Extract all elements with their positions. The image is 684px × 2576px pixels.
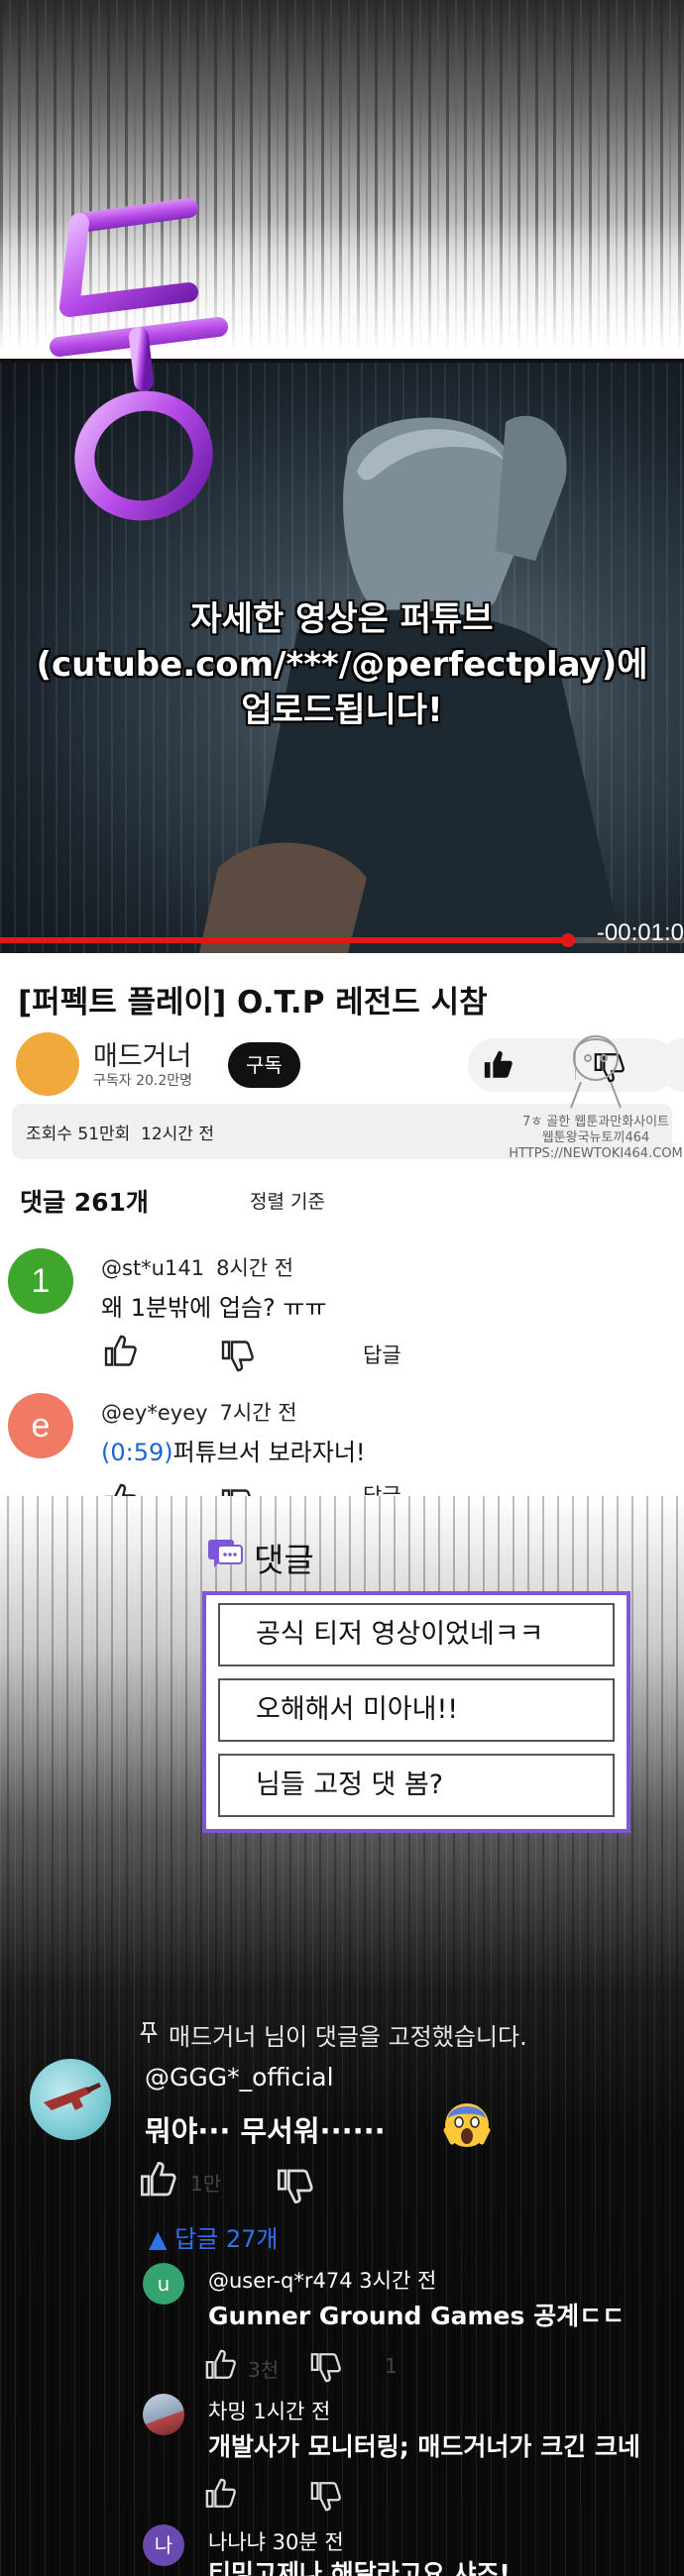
- comment-avatar[interactable]: e: [8, 1393, 73, 1458]
- pinned-username[interactable]: @GGG*_official: [145, 2063, 334, 2092]
- caption-line-3: 업로드됩니다!: [241, 691, 443, 730]
- sort-button[interactable]: 정렬 기준: [250, 1187, 325, 1214]
- reply-username[interactable]: @user-q*r474: [208, 2269, 353, 2293]
- pinned-like-count: 1만: [190, 2172, 222, 2196]
- timecode: -00:01:0: [596, 919, 684, 946]
- thumbs-down-icon[interactable]: [276, 2166, 315, 2205]
- watermark-line-3: HTTPS://NEWTOKI464.COM: [509, 1146, 683, 1161]
- caption-line-1: 자세한 영상은 퍼튜브: [190, 599, 494, 639]
- thumbs-up-icon[interactable]: [103, 1334, 139, 1369]
- comment-time: 8시간 전: [216, 1256, 294, 1280]
- comment-username[interactable]: @st*u141: [101, 1256, 204, 1280]
- pinned-notice: 매드거너 님이 댓글을 고정했습니다.: [169, 2023, 527, 2051]
- reply-text: 티밍고제나 해달라고요 샤즈!: [208, 2559, 511, 2576]
- upload-time: 12시간 전: [141, 1125, 214, 1144]
- comment-timestamp-link[interactable]: (0:59): [101, 1439, 173, 1466]
- channel-name[interactable]: 매드거너: [93, 1034, 191, 1073]
- replies-toggle[interactable]: ▲ 답글 27개: [149, 2219, 279, 2254]
- site-watermark: 7ㅎ 골한 웹툰과만화사이트 웹툰왕국뉴토끼464 HTTPS://NEWTOK…: [508, 1020, 684, 1179]
- progress-bar[interactable]: [0, 933, 684, 947]
- watermark-line-2: 웹툰왕국뉴토끼464: [541, 1130, 650, 1145]
- pinned-commenter-avatar[interactable]: [30, 2059, 111, 2140]
- reply-time: 30분 전: [272, 2530, 344, 2554]
- thumbs-down-icon[interactable]: [220, 1338, 256, 1373]
- caption-line-2: (cutube.com/***/@perfectplay)에: [36, 645, 648, 685]
- comment-avatar[interactable]: 1: [8, 1248, 73, 1314]
- reply-like-count: 3천: [248, 2358, 280, 2382]
- reply-option-1[interactable]: 공식 티저 영상이었네ㅋㅋ: [218, 1603, 615, 1666]
- watermark-line-1: 7ㅎ 골한 웹툰과만화사이트: [521, 1115, 670, 1129]
- reply-time: 1시간 전: [253, 2400, 331, 2423]
- comment-text: 왜 1분밖에 업슴? ㅠㅠ: [101, 1294, 327, 1322]
- chat-bubble-icon: [208, 1540, 243, 1567]
- watermark-mascot-icon: [570, 1035, 622, 1109]
- reply-avatar[interactable]: [143, 2394, 184, 2435]
- comment-user-line: @ey*eyey 7시간 전: [101, 1397, 297, 1427]
- reply-option-3[interactable]: 님들 고정 댓 봄?: [218, 1754, 615, 1817]
- comment-user-line: @st*u141 8시간 전: [101, 1252, 293, 1282]
- comment-text-line: (0:59)퍼튜브서 보라자너!: [101, 1433, 366, 1467]
- reply-user-line: 나나냐 30분 전: [208, 2526, 344, 2556]
- comment-username[interactable]: @ey*eyey: [101, 1401, 208, 1425]
- thumbs-up-icon[interactable]: [204, 2477, 238, 2511]
- comment-text: 퍼튜브서 보라자너!: [172, 1439, 366, 1466]
- video-caption: 자세한 영상은 퍼튜브 (cutube.com/***/@perfectplay…: [0, 596, 684, 733]
- video-title: [퍼펙트 플레이] O.T.P 레전드 시참: [18, 985, 488, 1020]
- comment-time: 7시간 전: [219, 1401, 297, 1425]
- reply-user-line: 차밍 1시간 전: [208, 2396, 330, 2425]
- reply-avatar[interactable]: 나: [143, 2524, 184, 2566]
- view-count: 조회수 51만회: [26, 1125, 131, 1144]
- progress-handle[interactable]: [560, 933, 575, 947]
- thumbs-down-icon[interactable]: [309, 2350, 343, 2384]
- subscribe-button[interactable]: 구독: [228, 1042, 300, 1088]
- thumbs-down-icon[interactable]: [309, 2479, 343, 2513]
- channel-avatar[interactable]: [16, 1032, 79, 1096]
- comment-item: 1 @st*u141 8시간 전 왜 1분밖에 업슴? ㅠㅠ 답글: [0, 1248, 684, 1377]
- thumbs-up-icon[interactable]: [139, 2160, 178, 2200]
- reply-text: 개발사가 모니터링; 매드거너가 크긴 크네: [208, 2432, 640, 2461]
- reply-username[interactable]: 차밍: [208, 2400, 247, 2423]
- reply-reply-count: 1: [385, 2354, 398, 2378]
- gun-icon: [44, 2083, 101, 2110]
- pin-icon: [140, 2022, 158, 2043]
- progress-fill: [0, 937, 568, 943]
- reply-choice-box: 공식 티저 영상이었네ㅋㅋ 오해해서 미아내!! 님들 고정 댓 봄?: [202, 1591, 630, 1833]
- pinned-comment-text: 뭐야··· 무서워······: [145, 2114, 386, 2148]
- reply-option-2[interactable]: 오해해서 미아내!!: [218, 1678, 615, 1742]
- sfx-dung-text: [50, 198, 228, 521]
- reply-avatar[interactable]: u: [143, 2263, 184, 2305]
- reply-button[interactable]: 답글: [363, 1340, 401, 1369]
- reply-user-line: @user-q*r474 3시간 전: [208, 2265, 436, 2295]
- reply-username[interactable]: 나나냐: [208, 2530, 266, 2554]
- reply-time: 3시간 전: [359, 2269, 437, 2293]
- scared-face-icon: [443, 2103, 491, 2147]
- reply-text: Gunner Ground Games 공계ㄷㄷ: [208, 2302, 626, 2330]
- subscriber-count: 구독자 20.2만명: [93, 1073, 193, 1089]
- comment-count: 댓글 261개: [20, 1188, 149, 1217]
- thumbs-up-icon[interactable]: [204, 2348, 238, 2382]
- reply-panel-title: 댓글: [254, 1541, 314, 1579]
